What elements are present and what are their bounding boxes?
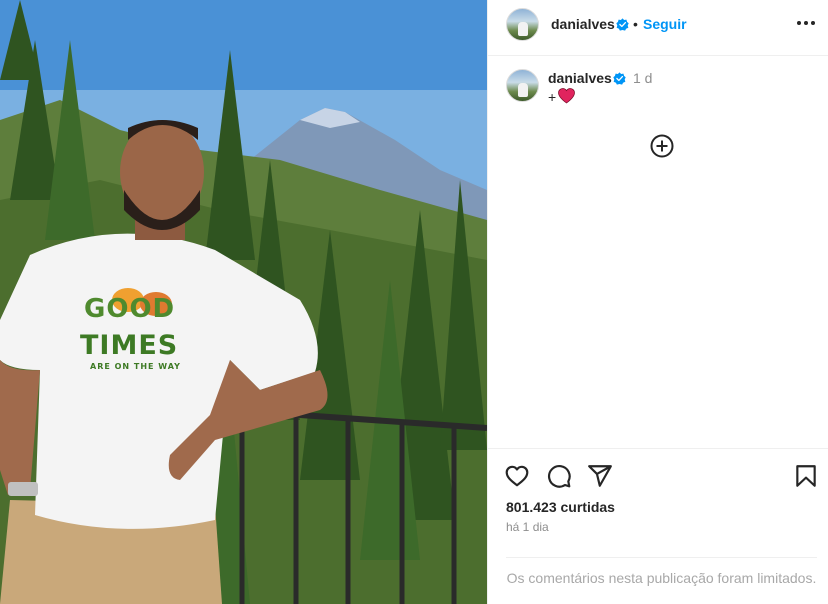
shirt-text-times: TIMES — [80, 330, 179, 361]
save-icon[interactable] — [793, 463, 819, 489]
red-heart-emoji-icon — [558, 88, 575, 104]
more-horizontal-icon[interactable] — [797, 20, 815, 26]
header-separator: • — [633, 16, 638, 32]
comment-icon[interactable] — [546, 463, 572, 489]
header-username[interactable]: danialves — [551, 16, 615, 32]
caption-verified-badge-icon — [613, 72, 626, 85]
post-date[interactable]: há 1 dia — [506, 520, 549, 534]
share-icon[interactable] — [587, 463, 613, 489]
likes-count[interactable]: 801.423 curtidas — [506, 499, 615, 515]
shirt-text-good: GOOD — [84, 294, 176, 324]
follow-button[interactable]: Seguir — [643, 16, 687, 32]
post-actions: 801.423 curtidas há 1 dia Os comentários… — [488, 448, 828, 604]
divider — [506, 557, 817, 558]
caption-username[interactable]: danialves — [548, 70, 612, 86]
caption-text: + — [548, 89, 557, 105]
post-panel: danialves • Seguir danialves 1 d + 801.4… — [487, 0, 828, 604]
comments-limited-notice: Os comentários nesta publicação foram li… — [506, 570, 817, 586]
heart-icon[interactable] — [504, 463, 530, 489]
post-photo[interactable]: GOOD TIMES ARE ON THE WAY — [0, 0, 487, 604]
caption-avatar[interactable] — [506, 69, 539, 102]
caption-time[interactable]: 1 d — [633, 70, 652, 86]
avatar[interactable] — [506, 8, 539, 41]
verified-badge-icon — [616, 18, 629, 31]
photo-scene — [0, 0, 487, 604]
add-circle-icon[interactable] — [650, 134, 674, 158]
shirt-text-tagline: ARE ON THE WAY — [90, 362, 181, 371]
post-header: danialves • Seguir — [488, 0, 828, 56]
